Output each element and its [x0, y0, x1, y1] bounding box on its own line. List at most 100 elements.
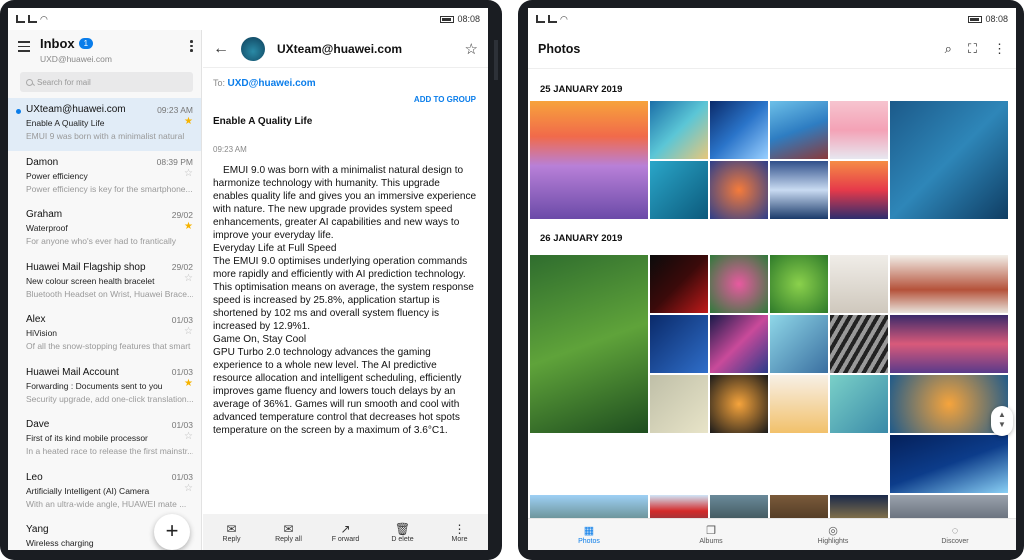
photo-grid — [528, 255, 1016, 541]
unread-badge: 1 — [78, 38, 94, 49]
photo-thumbnail[interactable] — [710, 375, 768, 433]
photo-thumbnail[interactable] — [770, 315, 828, 373]
photo-thumbnail[interactable] — [710, 161, 768, 219]
photo-thumbnail[interactable] — [830, 101, 888, 159]
list-item[interactable]: Huawei Mail Account 01/03 Forwarding : Doc… — [8, 361, 201, 414]
body-heading: Game On, Stay Cool — [213, 334, 307, 345]
more-button[interactable]: ⋮ More — [437, 522, 483, 543]
status-time: 08:08 — [985, 14, 1008, 24]
more-icon: ⋮ — [453, 521, 466, 536]
photo-thumbnail[interactable] — [770, 161, 828, 219]
search-input[interactable]: Search for mail — [20, 72, 193, 92]
photo-thumbnail[interactable] — [890, 435, 1008, 493]
photo-thumbnail[interactable] — [890, 101, 1008, 219]
list-item[interactable]: Damon 08:39 PM Power efficiency ☆ Power effi… — [8, 151, 201, 204]
star-icon[interactable]: ☆ — [184, 274, 193, 284]
photo-thumbnail[interactable] — [770, 375, 828, 433]
more-icon[interactable]: ⋮ — [993, 41, 1006, 57]
status-time: 08:08 — [457, 14, 480, 24]
date-header: 26 JANUARY 2019 — [540, 233, 623, 244]
photo-thumbnail[interactable] — [530, 255, 648, 433]
star-icon[interactable]: ★ — [184, 116, 193, 127]
recipient-email[interactable]: UXD@huawei.com — [228, 78, 316, 89]
photo-thumbnail[interactable] — [650, 375, 708, 433]
star-icon[interactable]: ☆ — [184, 326, 193, 337]
search-icon — [26, 78, 33, 86]
forward-label: F orward — [331, 535, 360, 543]
mail-preview: Of all the snow-stopping features that s… — [26, 341, 191, 351]
photo-thumbnail[interactable] — [890, 315, 1008, 373]
body-heading: Everyday Life at Full Speed — [213, 243, 337, 254]
photo-thumbnail[interactable] — [710, 101, 768, 159]
tab-highlights[interactable]: ◎ Highlights — [798, 525, 868, 545]
tab-discover-label: Discover — [941, 537, 969, 545]
bottom-tabs: ▦ Photos ❐ Albums ◎ Highlights ◌ Discover — [528, 518, 1016, 550]
photo-thumbnail[interactable] — [650, 161, 708, 219]
photo-thumbnail[interactable] — [830, 375, 888, 433]
back-arrow-icon[interactable]: ← — [213, 40, 229, 58]
list-item[interactable]: Dave 01/03 First of its kind mobile proces… — [8, 413, 201, 466]
photo-thumbnail[interactable] — [710, 255, 768, 313]
forward-icon: ↗ — [340, 521, 351, 536]
reading-pane: ← UXteam@huawei.com ☆ To: UXD@huawei.com… — [203, 30, 488, 550]
mail-date: 01/03 — [171, 314, 193, 325]
add-to-group-link[interactable]: ADD TO GROUP — [203, 95, 488, 104]
search-icon[interactable]: ⌕ — [945, 41, 952, 57]
mail-subject: Forwarding : Documents sent to you — [26, 380, 163, 391]
menu-icon[interactable] — [18, 41, 30, 55]
unread-dot — [16, 109, 21, 114]
email-time: 09:23 AM — [213, 145, 247, 154]
highlights-icon: ◎ — [828, 524, 838, 537]
photo-thumbnail[interactable] — [770, 255, 828, 313]
list-item[interactable]: Leo 01/03 Artificially Intelligent (AI) Ca… — [8, 466, 201, 519]
mail-sender: Yang — [26, 524, 49, 535]
signal-icon — [16, 15, 25, 23]
scroll-handle[interactable]: ▲ ▼ — [991, 406, 1013, 436]
mail-subject: New colour screen health bracelet — [26, 275, 155, 286]
compose-button[interactable]: + — [154, 514, 190, 550]
date-header: 25 JANUARY 2019 — [540, 84, 623, 95]
photo-thumbnail[interactable] — [830, 315, 888, 373]
tab-discover[interactable]: ◌ Discover — [920, 525, 990, 545]
tab-photos[interactable]: ▦ Photos — [554, 525, 624, 545]
photo-thumbnail[interactable] — [650, 101, 708, 159]
list-item[interactable]: Graham 29/02 Waterproof ★ For anyone who's e… — [8, 203, 201, 256]
reply-all-button[interactable]: ✉ Reply all — [266, 522, 312, 543]
star-icon[interactable]: ☆ — [184, 431, 193, 442]
photo-thumbnail[interactable] — [890, 255, 1008, 313]
star-icon[interactable]: ☆ — [184, 484, 193, 494]
list-item[interactable]: UXteam@huawei.com 09:23 AM Enable A Qualit… — [8, 98, 201, 151]
battery-icon — [968, 15, 983, 23]
reply-all-label: Reply all — [275, 535, 302, 543]
mail-preview: EMUI 9 was born with a minimalist natura… — [26, 131, 185, 141]
mail-sender: Leo — [26, 471, 43, 483]
avatar — [241, 36, 265, 61]
photo-thumbnail[interactable] — [830, 255, 888, 313]
trash-icon: 🗑 — [394, 521, 411, 536]
reply-all-icon: ✉ — [283, 521, 294, 536]
tab-albums-label: Albums — [699, 537, 723, 545]
star-icon[interactable]: ☆ — [465, 40, 478, 58]
photo-thumbnail[interactable] — [710, 315, 768, 373]
star-icon[interactable]: ★ — [184, 221, 193, 232]
search-placeholder: Search for mail — [37, 77, 91, 87]
forward-button[interactable]: ↗ F orward — [323, 522, 369, 543]
photo-thumbnail[interactable] — [770, 101, 828, 159]
photo-thumbnail[interactable] — [650, 315, 708, 373]
reply-button[interactable]: ✉ Reply — [209, 522, 255, 543]
reader-toolbar: ✉ Reply ✉ Reply all ↗ F orward 🗑 D elete ⋮ Mo… — [203, 514, 488, 550]
list-item[interactable]: Huawei Mail Flagship shop 29/02 New colour… — [8, 256, 201, 309]
list-item[interactable]: Alex 01/03 HiVision ☆ Of all the snow-stoppi… — [8, 308, 201, 361]
tab-albums[interactable]: ❐ Albums — [676, 525, 746, 545]
photo-thumbnail[interactable] — [830, 161, 888, 219]
photo-thumbnail[interactable] — [530, 101, 648, 219]
more-icon[interactable] — [190, 40, 193, 52]
star-icon[interactable]: ☆ — [184, 169, 193, 179]
delete-button[interactable]: 🗑 D elete — [380, 522, 426, 543]
map-icon[interactable]: ⛶ — [968, 41, 977, 57]
photo-thumbnail[interactable] — [650, 255, 708, 313]
star-icon[interactable]: ★ — [184, 379, 193, 389]
mail-subject: First of its kind mobile processor — [26, 433, 148, 443]
mail-subject: Enable A Quality Life — [26, 118, 105, 128]
body-paragraph: The EMUI 9.0 optimises underlying operat… — [213, 256, 474, 332]
